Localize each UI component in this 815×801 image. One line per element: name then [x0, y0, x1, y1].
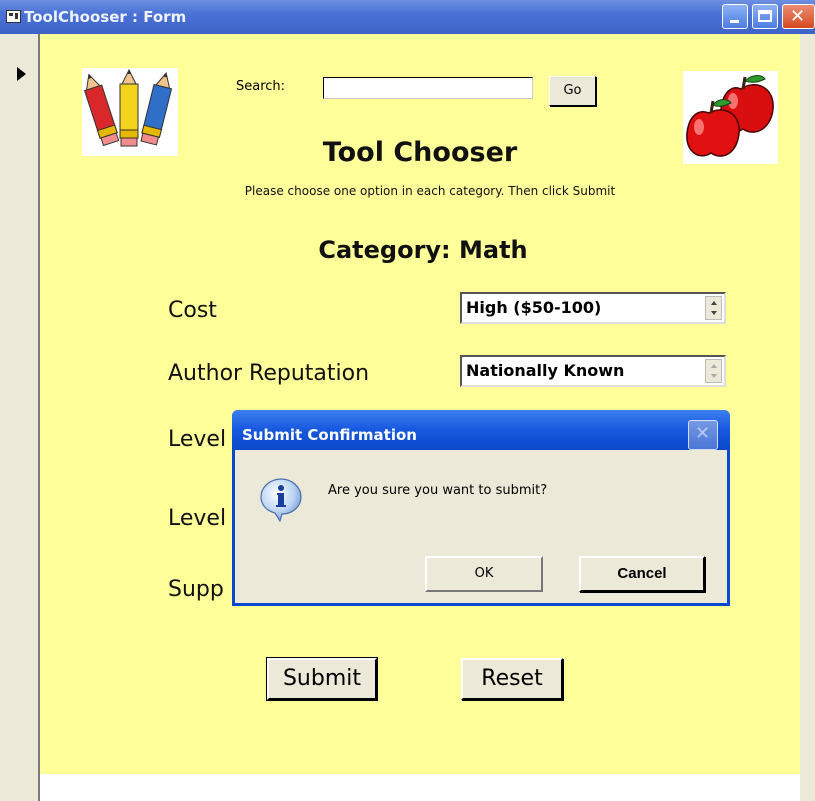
window-title: ToolChooser : Form: [24, 8, 187, 26]
author-reputation-select[interactable]: Nationally Known: [460, 355, 726, 387]
cost-select[interactable]: High ($50-100): [460, 292, 726, 324]
category-heading: Category: Math: [318, 236, 528, 264]
author-reputation-spinner-button[interactable]: [705, 359, 722, 383]
search-label: Search:: [236, 79, 286, 94]
submit-confirmation-dialog: Submit Confirmation Are you sure you wan…: [232, 410, 730, 606]
cost-label: Cost: [168, 298, 217, 323]
ok-button[interactable]: OK: [425, 556, 543, 592]
form-icon: [6, 10, 21, 23]
author-reputation-value: Nationally Known: [466, 361, 625, 380]
window-titlebar[interactable]: ToolChooser : Form: [0, 0, 815, 34]
maximize-button[interactable]: [752, 4, 778, 29]
search-input[interactable]: [323, 77, 533, 99]
cost-value: High ($50-100): [466, 298, 602, 317]
reset-button[interactable]: Reset: [461, 658, 563, 700]
close-button[interactable]: [782, 4, 815, 29]
form-title: Tool Chooser: [322, 137, 518, 168]
minimize-button[interactable]: [722, 4, 748, 29]
dialog-titlebar[interactable]: Submit Confirmation: [232, 410, 730, 450]
go-button[interactable]: Go: [549, 76, 596, 106]
cancel-button[interactable]: Cancel: [579, 556, 705, 592]
author-reputation-label: Author Reputation: [168, 361, 370, 386]
instructions-text: Please choose one option in each categor…: [244, 184, 616, 198]
dialog-message: Are you sure you want to submit?: [328, 483, 548, 498]
dialog-close-button[interactable]: [688, 420, 718, 450]
level-label-1: Level: [168, 427, 227, 452]
support-label: Supp: [168, 577, 224, 602]
dialog-title: Submit Confirmation: [242, 426, 417, 444]
current-record-arrow-icon: [17, 67, 26, 81]
level-label-2: Level: [168, 506, 227, 531]
information-icon: [260, 478, 302, 522]
cost-spinner-button[interactable]: [705, 296, 722, 320]
submit-button[interactable]: Submit: [266, 657, 378, 701]
form-bottom-area: [40, 774, 800, 801]
